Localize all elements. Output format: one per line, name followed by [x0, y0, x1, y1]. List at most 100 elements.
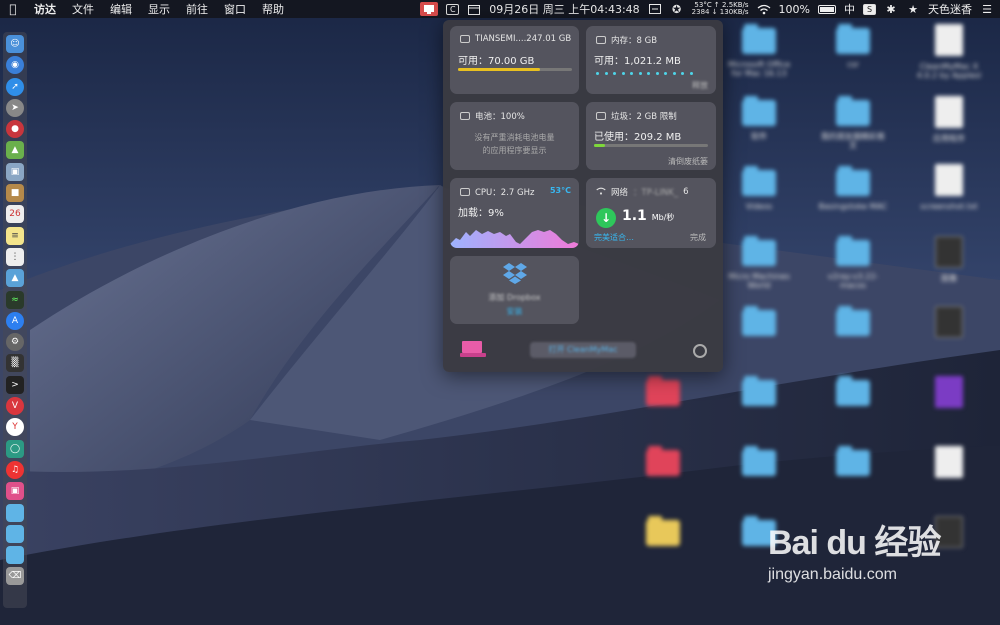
desktop-item[interactable]	[628, 376, 698, 406]
cleanmymac-menu-icon[interactable]	[420, 2, 439, 16]
trash-used: 已使用：209.2 MB	[594, 132, 682, 143]
folder-icon[interactable]	[6, 503, 24, 522]
clock-date[interactable]: 09月26日 周三 上午04:43:48	[489, 1, 639, 17]
finder-icon[interactable]: ☺	[6, 35, 24, 53]
contacts-icon[interactable]: ■	[6, 184, 24, 203]
cpu-card[interactable]: CPU：2.7 GHz 53°C 加载：9%	[450, 178, 579, 248]
desktop-item[interactable]: Basingstoke MAC	[818, 166, 888, 211]
memory-card[interactable]: 内存：8 GB 可用：1,021.2 MB 释放	[586, 26, 716, 94]
reminders-icon[interactable]: ⋮	[6, 247, 24, 266]
dropbox-label: 添加 Dropbox	[488, 293, 541, 302]
photo-icon[interactable]: ▲	[6, 269, 24, 288]
open-cleanmymac-button[interactable]: 打开 CleanMyMac	[530, 342, 636, 358]
trash-card[interactable]: 垃圾：2 GB 限制 已使用：209.2 MB 清倒废纸篓	[586, 102, 716, 170]
desktop-item[interactable]	[818, 306, 888, 336]
star-icon[interactable]: ★	[906, 3, 920, 16]
desktop-item[interactable]	[628, 516, 698, 546]
rocket-icon[interactable]: ➤	[6, 98, 24, 117]
app-red-icon[interactable]: ●	[6, 120, 24, 139]
network-speed-value: 1.1	[622, 208, 647, 224]
battery-icon[interactable]	[818, 4, 836, 14]
wifi-icon[interactable]	[757, 3, 771, 15]
notes-icon[interactable]: ≡	[6, 226, 24, 245]
disk-name: TIANSEMI....247.01 GB	[475, 34, 572, 44]
menu-window[interactable]: 窗口	[224, 1, 246, 17]
desktop-item[interactable]	[914, 306, 984, 338]
netease-music-icon[interactable]: ♫	[6, 460, 24, 479]
terminal-icon[interactable]: >	[6, 375, 24, 394]
desktop-item[interactable]: 图像	[914, 236, 984, 283]
memory-available: 可用：1,021.2 MB	[594, 56, 681, 67]
network-stats[interactable]: 53°C ↑ 2.5KB/s 2384 ↓ 130KB/s	[692, 2, 749, 16]
dropbox-install-link[interactable]: 安装	[450, 306, 579, 317]
memory-free-button[interactable]: 释放	[692, 80, 708, 91]
vivaldi-icon[interactable]: V	[6, 397, 24, 416]
desktop-item[interactable]: Micro Machines World	[724, 236, 794, 290]
desktop-item[interactable]: v2ray-v3.22-macos	[818, 236, 888, 290]
bluetooth-icon[interactable]: ✱	[884, 3, 898, 16]
activity-monitor-icon[interactable]: ≈	[6, 290, 24, 309]
desktop-item[interactable]: 软件	[724, 96, 794, 141]
safari-icon[interactable]: ➚	[6, 77, 24, 96]
desktop-item[interactable]	[724, 376, 794, 406]
desktop-item[interactable]: 我的朋友圈精彩推文	[818, 96, 888, 150]
cleanmaster-icon[interactable]: ◯	[6, 439, 24, 458]
dropbox-card[interactable]: 添加 Dropbox 安装	[450, 256, 579, 324]
android-icon[interactable]: ▲	[6, 141, 24, 160]
desktop-item[interactable]	[724, 306, 794, 336]
hand-icon[interactable]: ✪	[670, 3, 684, 16]
folder-icon[interactable]	[6, 524, 24, 543]
preview-icon[interactable]: ▣	[6, 162, 24, 181]
trash-usage-fill	[594, 144, 606, 147]
trash-usage-bar	[594, 144, 708, 147]
battery-percent[interactable]: 100%	[779, 3, 810, 16]
desktop-item[interactable]	[628, 446, 698, 476]
launchpad-icon[interactable]: ◉	[6, 56, 24, 75]
cpu-title-text: CPU：2.7 GHz	[475, 188, 535, 198]
calendar-icon[interactable]	[467, 3, 481, 15]
screen-icon[interactable]	[648, 3, 662, 15]
cleanmymac-icon[interactable]: ▣	[6, 482, 24, 501]
desktop-item[interactable]	[724, 446, 794, 476]
input-method[interactable]: 中	[844, 1, 855, 17]
yandex-icon[interactable]: Y	[6, 418, 24, 437]
battery-message-1: 没有严重消耗电池电量	[474, 133, 555, 142]
desktop-item[interactable]: csr	[818, 24, 888, 69]
menu-go[interactable]: 前往	[186, 1, 208, 17]
desktop-item[interactable]: 应用程序	[914, 96, 984, 143]
desktop-item[interactable]: screenshot.txt	[914, 164, 984, 211]
list-icon[interactable]: ☰	[980, 3, 994, 16]
app-menu[interactable]: 访达	[34, 1, 56, 17]
empty-trash-button[interactable]: 清倒废纸篓	[668, 156, 708, 167]
disk-card[interactable]: TIANSEMI....247.01 GB 可用：70.00 GB	[450, 26, 579, 94]
menu-edit[interactable]: 编辑	[110, 1, 132, 17]
calendar-app-icon[interactable]: 26	[6, 205, 24, 224]
apple-menu-icon[interactable]: 	[6, 2, 20, 16]
desktop-item[interactable]	[818, 376, 888, 406]
c-app-icon[interactable]: C	[446, 3, 460, 15]
battery-card[interactable]: 电池：100% 没有严重消耗电池电量 的应用程序要显示	[450, 102, 579, 170]
system-preferences-icon[interactable]: ⚙	[6, 333, 24, 352]
network-card[interactable]: 网络 ：TP-LINK_ 6 ↓ 1.1 Mb/秒 完美适合… 完成	[586, 178, 716, 248]
watermark-brand: Bai du 经验	[768, 524, 941, 562]
desktop-item[interactable]: Microsoft Office for Mac 16.13	[724, 24, 794, 78]
network-ssid: ：TP-LINK_	[633, 188, 679, 198]
desktop-item[interactable]: Videos	[724, 166, 794, 211]
desktop-item[interactable]	[818, 446, 888, 476]
folder-icon[interactable]	[6, 546, 24, 565]
network-title-text: 网络	[611, 188, 629, 198]
settings-gear-icon[interactable]	[693, 344, 707, 358]
menu-help[interactable]: 帮助	[262, 1, 284, 17]
desktop-item[interactable]: CleanMyMac X 4.0.2 by Applesl	[914, 24, 984, 80]
app-store-icon[interactable]: A	[6, 311, 24, 330]
desktop-item[interactable]	[914, 376, 984, 408]
trash-icon[interactable]: ⌫	[6, 567, 24, 586]
network-speed-unit: Mb/秒	[651, 213, 675, 222]
istat-icon[interactable]: ▒	[6, 354, 24, 373]
battery-message-2: 的应用程序要显示	[482, 146, 547, 155]
menu-file[interactable]: 文件	[72, 1, 94, 17]
menu-view[interactable]: 显示	[148, 1, 170, 17]
user-name[interactable]: 天色迷香	[928, 1, 972, 17]
desktop-item[interactable]	[914, 446, 984, 478]
s-app-icon[interactable]: S	[863, 3, 876, 15]
